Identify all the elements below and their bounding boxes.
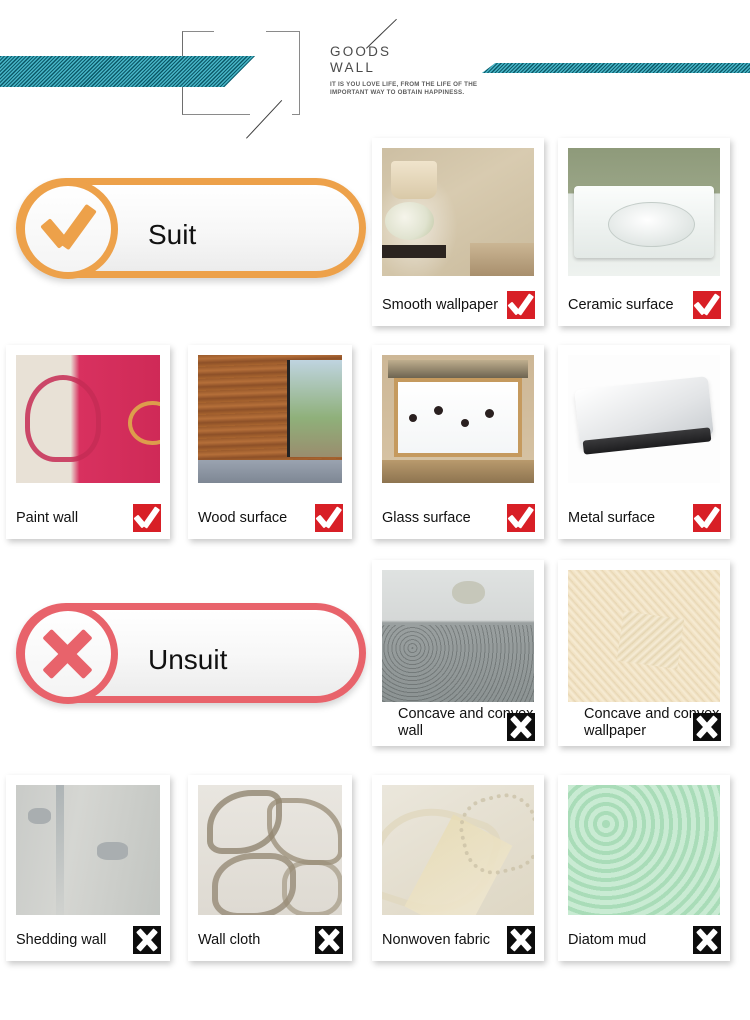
- page-header: GOODS WALL IT IS YOU LOVE LIFE, FROM THE…: [0, 0, 750, 140]
- card-image: [382, 148, 534, 276]
- card-footer: Paint wall: [6, 497, 170, 539]
- card-image: [16, 785, 160, 915]
- card-image: [198, 785, 342, 915]
- card-label: Wall cloth: [198, 931, 261, 948]
- card-footer: Glass surface: [372, 497, 544, 539]
- card-nonwoven-fabric[interactable]: Nonwoven fabric: [372, 775, 544, 961]
- unsuit-badge: [18, 604, 118, 704]
- card-image: [382, 570, 534, 702]
- card-footer: Concave and convex wall: [372, 706, 544, 746]
- card-footer: Smooth wallpaper: [372, 284, 544, 326]
- suit-banner-label: Suit: [148, 219, 197, 250]
- card-wood-surface[interactable]: Wood surface: [188, 345, 352, 539]
- card-image: [198, 355, 342, 483]
- card-label: Nonwoven fabric: [382, 931, 490, 948]
- card-footer: Concave and convex wallpaper: [558, 706, 730, 746]
- card-label: Ceramic surface: [568, 296, 674, 313]
- unsuit-banner-label: Unsuit: [148, 644, 228, 675]
- card-label: Wood surface: [198, 509, 288, 526]
- card-image: [568, 355, 720, 483]
- card-image: [382, 355, 534, 483]
- card-ceramic-surface[interactable]: Ceramic surface: [558, 138, 730, 326]
- check-icon: [40, 201, 97, 257]
- x-mark-icon: [315, 926, 343, 954]
- card-label: Diatom mud: [568, 931, 647, 948]
- x-mark-icon: [507, 926, 535, 954]
- unsuit-banner: Unsuit: [16, 603, 366, 704]
- x-mark-icon: [693, 713, 721, 741]
- card-glass-surface[interactable]: Glass surface: [372, 345, 544, 539]
- card-footer: Shedding wall: [6, 919, 170, 961]
- check-mark-icon: [693, 291, 721, 319]
- suit-banner: Suit: [16, 178, 366, 279]
- header-title-line2: WALL: [330, 59, 376, 75]
- check-mark-icon: [693, 504, 721, 532]
- card-footer: Metal surface: [558, 497, 730, 539]
- header-teal-band-left: [0, 56, 255, 87]
- card-footer: Ceramic surface: [558, 284, 730, 326]
- card-footer: Diatom mud: [558, 919, 730, 961]
- card-image: [568, 148, 720, 276]
- card-wall-cloth[interactable]: Wall cloth: [188, 775, 352, 961]
- card-paint-wall[interactable]: Paint wall: [6, 345, 170, 539]
- card-image: [382, 785, 534, 915]
- x-mark-icon: [133, 926, 161, 954]
- card-metal-surface[interactable]: Metal surface: [558, 345, 730, 539]
- x-mark-icon: [693, 926, 721, 954]
- cross-icon: [40, 626, 96, 682]
- card-label: Paint wall: [16, 509, 79, 526]
- header-subtitle: IT IS YOU LOVE LIFE, FROM THE LIFE OF TH…: [330, 81, 478, 97]
- card-footer: Wood surface: [188, 497, 352, 539]
- card-image: [568, 570, 720, 702]
- card-label: Metal surface: [568, 509, 656, 526]
- card-smooth-wallpaper[interactable]: Smooth wallpaper: [372, 138, 544, 326]
- card-concave-convex-wall[interactable]: Concave and convex wall: [372, 560, 544, 746]
- header-decor-frame-gap-top: [214, 28, 266, 35]
- card-footer: Wall cloth: [188, 919, 352, 961]
- card-image: [16, 355, 160, 483]
- card-concave-convex-wallpaper[interactable]: Concave and convex wallpaper: [558, 560, 730, 746]
- header-title-line1: GOODS: [330, 44, 392, 59]
- check-mark-icon: [315, 504, 343, 532]
- card-label: Glass surface: [382, 509, 471, 526]
- header-text-block: GOODS WALL IT IS YOU LOVE LIFE, FROM THE…: [330, 44, 530, 98]
- card-image: [568, 785, 720, 915]
- card-diatom-mud[interactable]: Diatom mud: [558, 775, 730, 961]
- card-label: Shedding wall: [16, 931, 107, 948]
- card-label: Smooth wallpaper: [382, 296, 499, 313]
- card-footer: Nonwoven fabric: [372, 919, 544, 961]
- suit-badge: [18, 179, 118, 279]
- card-shedding-wall[interactable]: Shedding wall: [6, 775, 170, 961]
- x-mark-icon: [507, 713, 535, 741]
- check-mark-icon: [507, 504, 535, 532]
- check-mark-icon: [133, 504, 161, 532]
- check-mark-icon: [507, 291, 535, 319]
